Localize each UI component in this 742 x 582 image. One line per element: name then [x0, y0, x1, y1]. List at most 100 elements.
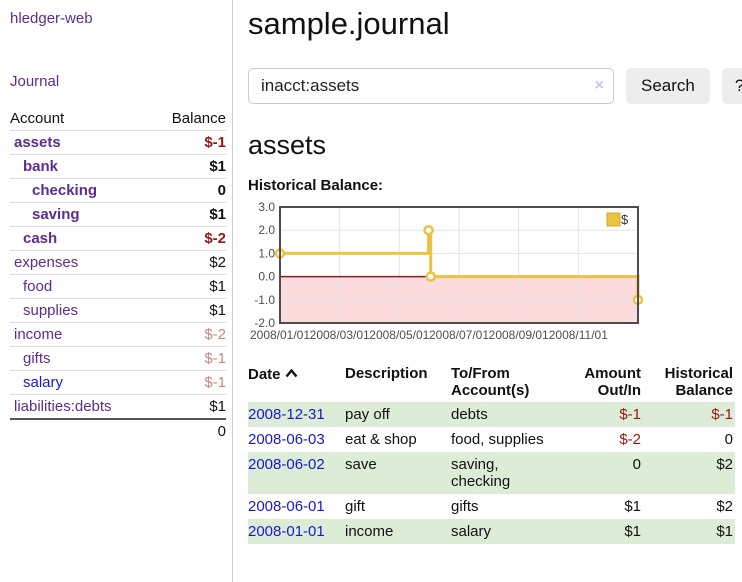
transaction-balance: 0 — [641, 427, 735, 452]
transaction-balance: $1 — [641, 519, 735, 544]
account-row: assets $-1 — [10, 131, 226, 155]
transaction-amount: $1 — [563, 519, 641, 544]
sidebar: hledger-web Journal Account Balance asse… — [0, 0, 233, 582]
transaction-row: 2008-06-01 gift gifts $1 $2 — [248, 494, 735, 519]
transaction-date-link[interactable]: 2008-06-03 — [248, 431, 325, 448]
account-link-bank[interactable]: bank — [23, 158, 58, 175]
account-balance: $1 — [151, 203, 226, 227]
transactions-header-row: Date Description To/From Account(s) Amou… — [248, 362, 735, 402]
transaction-accounts: salary — [451, 519, 563, 544]
transaction-date-link[interactable]: 2008-12-31 — [248, 406, 325, 423]
accounts-table: Account Balance assets $-1 bank $1 checkin… — [10, 107, 226, 443]
search-input[interactable] — [248, 68, 614, 104]
account-row: cash $-2 — [10, 227, 226, 251]
transaction-description: eat & shop — [345, 427, 451, 452]
transaction-amount: $-2 — [563, 427, 641, 452]
transaction-date-link[interactable]: 2008-06-02 — [248, 456, 325, 473]
account-balance: $-1 — [151, 131, 226, 155]
column-header-date[interactable]: Date — [248, 362, 345, 402]
transaction-row: 2008-01-01 income salary $1 $1 — [248, 519, 735, 544]
account-link-liabilities-debts[interactable]: liabilities:debts — [14, 398, 112, 415]
accounts-total-row: 0 — [10, 419, 226, 443]
transactions-table: Date Description To/From Account(s) Amou… — [248, 362, 735, 544]
svg-text:2008/09/01: 2008/09/01 — [489, 328, 549, 342]
account-row: income $-2 — [10, 323, 226, 347]
transaction-accounts: debts — [451, 402, 563, 427]
account-link-cash[interactable]: cash — [23, 230, 57, 247]
account-balance: $1 — [151, 275, 226, 299]
account-link-assets[interactable]: assets — [14, 134, 61, 151]
transaction-balance: $2 — [641, 452, 735, 494]
account-link-expenses[interactable]: expenses — [14, 254, 78, 271]
account-link-food[interactable]: food — [23, 278, 52, 295]
search-button[interactable]: Search — [626, 68, 710, 104]
app-title-link[interactable]: hledger-web — [10, 10, 226, 27]
transaction-description: income — [345, 519, 451, 544]
balance-chart: $3.02.01.00.0-1.0-2.02008/01/012008/03/0… — [248, 204, 742, 350]
account-row: gifts $-1 — [10, 347, 226, 371]
account-row: saving $1 — [10, 203, 226, 227]
transaction-accounts: food, supplies — [451, 427, 563, 452]
transaction-balance: $2 — [641, 494, 735, 519]
account-link-supplies[interactable]: supplies — [23, 302, 78, 319]
account-link-saving[interactable]: saving — [32, 206, 80, 223]
account-balance: $-2 — [151, 323, 226, 347]
account-balance: $-1 — [151, 347, 226, 371]
accounts-header-account: Account — [10, 107, 151, 131]
transaction-accounts: saving, checking — [451, 452, 563, 494]
transaction-date-link[interactable]: 2008-06-01 — [248, 498, 325, 515]
account-balance: $1 — [151, 299, 226, 323]
clear-search-icon[interactable]: × — [595, 77, 604, 95]
transaction-amount: $-1 — [563, 402, 641, 427]
transaction-description: gift — [345, 494, 451, 519]
page-title: sample.journal — [248, 6, 742, 42]
svg-text:3.0: 3.0 — [258, 200, 275, 214]
help-button[interactable]: ? — [722, 68, 742, 104]
sort-ascending-icon — [285, 365, 298, 382]
account-balance: $2 — [151, 251, 226, 275]
transaction-date-link[interactable]: 2008-01-01 — [248, 523, 325, 540]
transaction-accounts: gifts — [451, 494, 563, 519]
account-row: checking 0 — [10, 179, 226, 203]
svg-text:2008/07/01: 2008/07/01 — [429, 328, 489, 342]
transaction-description: pay off — [345, 402, 451, 427]
account-balance: $1 — [151, 395, 226, 420]
search-form: × Search ? — [248, 68, 742, 104]
transaction-amount: 0 — [563, 452, 641, 494]
account-link-gifts[interactable]: gifts — [23, 350, 51, 367]
transaction-amount: $1 — [563, 494, 641, 519]
transaction-description: save — [345, 452, 451, 494]
account-balance: $1 — [151, 155, 226, 179]
sidebar-item-journal[interactable]: Journal — [10, 73, 226, 90]
column-header-balance: Historical Balance — [641, 362, 735, 402]
account-row: supplies $1 — [10, 299, 226, 323]
transaction-row: 2008-06-03 eat & shop food, supplies $-2… — [248, 427, 735, 452]
svg-text:$: $ — [621, 212, 629, 227]
svg-text:2008/05/01: 2008/05/01 — [369, 328, 429, 342]
accounts-header-balance: Balance — [151, 107, 226, 131]
account-row: salary $-1 — [10, 371, 226, 395]
transaction-balance: $-1 — [641, 402, 735, 427]
svg-text:0.0: 0.0 — [258, 270, 275, 284]
accounts-header-row: Account Balance — [10, 107, 226, 131]
account-heading: assets — [248, 130, 742, 161]
chart-heading: Historical Balance: — [248, 177, 742, 194]
svg-text:2008/03/01: 2008/03/01 — [310, 328, 370, 342]
main-content: sample.journal × Search ? assets Histori… — [233, 0, 742, 582]
account-balance: $-1 — [151, 371, 226, 395]
account-balance: $-2 — [151, 227, 226, 251]
account-row: liabilities:debts $1 — [10, 395, 226, 420]
svg-text:2008/01/01: 2008/01/01 — [250, 328, 310, 342]
svg-text:-1.0: -1.0 — [254, 293, 275, 307]
account-link-salary[interactable]: salary — [23, 374, 63, 391]
page: hledger-web Journal Account Balance asse… — [0, 0, 742, 582]
account-row: expenses $2 — [10, 251, 226, 275]
transaction-row: 2008-12-31 pay off debts $-1 $-1 — [248, 402, 735, 427]
account-balance: 0 — [151, 179, 226, 203]
svg-text:2.0: 2.0 — [258, 223, 275, 237]
account-link-checking[interactable]: checking — [32, 182, 97, 199]
transaction-row: 2008-06-02 save saving, checking 0 $2 — [248, 452, 735, 494]
svg-text:1.0: 1.0 — [258, 246, 275, 260]
account-link-income[interactable]: income — [14, 326, 62, 343]
account-row: food $1 — [10, 275, 226, 299]
